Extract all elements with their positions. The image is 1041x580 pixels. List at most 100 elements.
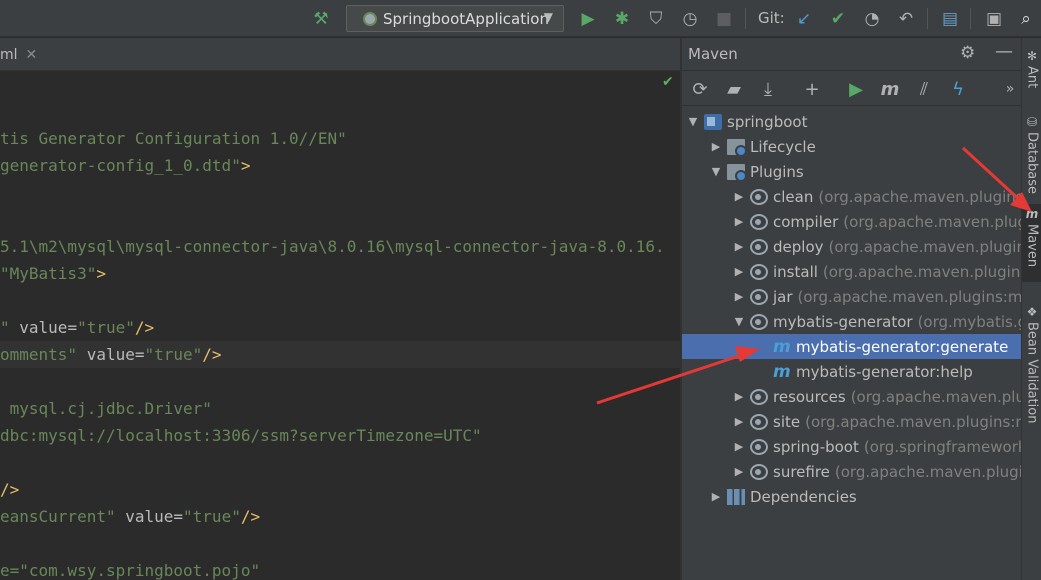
code-line[interactable]: generator-config_1_0.dtd"> (0, 152, 250, 179)
maven-tree-label: jar (773, 287, 793, 306)
maven-tree-label: site (773, 412, 801, 431)
gear-icon[interactable]: ⚙ (960, 43, 975, 63)
code-editor[interactable]: ml ✕ ✔ tis Generator Configuration 1.0//… (0, 38, 680, 580)
chevron-down-icon[interactable]: ▼ (732, 315, 746, 328)
profile-icon[interactable]: ◷ (678, 0, 702, 37)
chevron-right-icon[interactable]: ▶ (732, 465, 746, 478)
maven-tree-label: clean (773, 187, 814, 206)
debug-icon[interactable]: ✱ (610, 0, 634, 37)
code-line[interactable]: e="com.wsy.springboot.pojo" (0, 557, 260, 580)
search-icon[interactable]: ⌕ (1014, 0, 1038, 37)
chevron-right-icon[interactable]: ▶ (709, 490, 723, 503)
chevron-right-icon[interactable]: ▶ (732, 190, 746, 203)
code-line[interactable]: eansCurrent" value="true"/> (0, 503, 260, 530)
code-line[interactable]: mysql.cj.jdbc.Driver" (0, 395, 212, 422)
code-token: generator-config_1_0.dtd" (0, 156, 241, 175)
stop-icon[interactable]: ■ (712, 0, 736, 37)
maven-tree-detail: (org.apache.maven.plugins:mave (805, 412, 1021, 431)
chevron-right-icon[interactable]: ▶ (732, 265, 746, 278)
maven-tree-label: Dependencies (750, 487, 857, 506)
project-structure-icon[interactable]: ▤ (938, 0, 962, 37)
history-icon[interactable]: ◔ (860, 0, 884, 37)
maven-tree-item[interactable]: ▼ Plugins (682, 159, 1021, 184)
chevron-right-icon[interactable]: ▶ (732, 290, 746, 303)
plugin-icon (750, 463, 768, 480)
maven-tree-detail: (org.apache.maven.plugins:ma (822, 262, 1021, 281)
maven-tree-item[interactable]: ▶ install(org.apache.maven.plugins:ma (682, 259, 1021, 284)
git-label: Git: (758, 9, 785, 27)
code-line[interactable]: "MyBatis3"> (0, 260, 106, 287)
run-configuration-select[interactable]: SpringbootApplication ▼ (346, 5, 564, 32)
maven-tree-item[interactable]: ▶ jar(org.apache.maven.plugins:maver (682, 284, 1021, 309)
database-tab[interactable]: ⛁ Database (1022, 112, 1041, 194)
maven-tree-item[interactable]: ▶ deploy(org.apache.maven.plugins:m (682, 234, 1021, 259)
maven-goal-icon[interactable]: m (878, 77, 902, 101)
chevron-right-icon[interactable]: ▶ (732, 440, 746, 453)
maven-tree-item[interactable]: ▼ mybatis-generator(org.mybatis.gene (682, 309, 1021, 334)
maven-tree-item[interactable]: ▶ spring-boot(org.springframework.bo (682, 434, 1021, 459)
maven-tree-item[interactable]: ▶ Dependencies (682, 484, 1021, 509)
maven-tree-item[interactable]: ▶ compiler(org.apache.maven.plugins (682, 209, 1021, 234)
editor-tab[interactable]: ml ✕ (0, 38, 37, 71)
download-icon[interactable]: ⤓ (756, 77, 780, 101)
chevron-down-icon[interactable]: ▼ (686, 115, 700, 128)
code-line[interactable]: /> (0, 476, 19, 503)
run-icon[interactable]: ▶ (844, 77, 868, 101)
code-token: value= (9, 318, 78, 337)
maven-tree-item[interactable]: ▶ site(org.apache.maven.plugins:mave (682, 409, 1021, 434)
code-token: /> (0, 480, 20, 499)
chevron-right-icon[interactable]: ▶ (732, 390, 746, 403)
spring-boot-icon (363, 11, 377, 26)
toggle-offline-icon[interactable]: ⫽ (912, 77, 936, 101)
maven-tree-item[interactable]: ▼ springboot (682, 109, 1021, 134)
add-icon[interactable]: + (800, 77, 824, 101)
maven-tree-item[interactable]: ▶ Lifecycle (682, 134, 1021, 159)
code-line[interactable]: dbc:mysql://localhost:3306/ssm?serverTim… (0, 422, 482, 449)
plugin-icon (750, 238, 768, 255)
generate-sources-icon[interactable]: ▰ (722, 77, 746, 101)
reload-icon[interactable]: ⟳ (688, 77, 712, 101)
ant-tab[interactable]: ✻ Ant (1022, 46, 1041, 88)
hammer-icon[interactable]: ⚒ (308, 0, 334, 37)
main-toolbar: ⚒ SpringbootApplication ▼ ▶ ✱ ⛉ ◷ ■ Git:… (0, 0, 1041, 37)
maven-tree-label: mybatis-generator:generate (796, 337, 1009, 356)
bean-validation-tab[interactable]: ❖ Bean Validation (1022, 302, 1041, 423)
rollback-icon[interactable]: ↶ (894, 0, 918, 37)
maven-tree-label: install (773, 262, 818, 281)
git-commit-icon[interactable]: ✔ (826, 0, 850, 37)
chevron-down-icon[interactable]: ▼ (709, 165, 723, 178)
code-line[interactable]: " value="true"/> (0, 314, 154, 341)
terminal-icon[interactable]: ▣ (982, 0, 1006, 37)
coverage-icon[interactable]: ⛉ (644, 0, 668, 37)
more-icon[interactable]: » (998, 77, 1021, 101)
chevron-right-icon[interactable]: ▶ (732, 215, 746, 228)
plugin-icon (750, 313, 768, 330)
chevron-down-icon: ▼ (543, 10, 553, 24)
code-token: tis Generator Configuration 1.0//EN" (0, 129, 347, 148)
run-icon[interactable]: ▶ (576, 0, 600, 37)
code-line[interactable]: 5.1\m2\mysql\mysql-connector-java\8.0.16… (0, 233, 665, 260)
minimize-icon[interactable]: — (995, 41, 1013, 62)
maven-tree-item[interactable]: ▶ surefire(org.apache.maven.plugins:r (682, 459, 1021, 484)
toolbar-separator (927, 8, 928, 29)
maven-tree-item[interactable]: ▶ resources(org.apache.maven.plugins: (682, 384, 1021, 409)
folder-icon (727, 138, 747, 157)
maven-tree-item[interactable]: m mybatis-generator:generate (682, 334, 1021, 359)
maven-tree-item[interactable]: ▶ clean(org.apache.maven.plugins:ma (682, 184, 1021, 209)
code-token: /> (202, 345, 222, 364)
git-update-icon[interactable]: ↙ (792, 0, 816, 37)
skip-tests-icon[interactable]: ϟ (946, 77, 970, 101)
code-line[interactable]: omments" value="true"/> (0, 341, 222, 368)
code-token: 5.1\m2\mysql\mysql-connector-java\8.0.16… (0, 237, 665, 256)
code-line[interactable]: tis Generator Configuration 1.0//EN" (0, 125, 347, 152)
chevron-right-icon[interactable]: ▶ (709, 140, 723, 153)
code-token: dbc:mysql://localhost:3306/ssm?serverTim… (0, 426, 482, 445)
code-token: eansCurrent" (0, 507, 116, 526)
chevron-right-icon[interactable]: ▶ (732, 415, 746, 428)
chevron-right-icon[interactable]: ▶ (732, 240, 746, 253)
maven-tab[interactable]: m Maven (1022, 204, 1041, 282)
maven-tree-label: mybatis-generator (773, 312, 913, 331)
close-icon[interactable]: ✕ (26, 47, 38, 63)
maven-tree-detail: (org.mybatis.gene (917, 312, 1021, 331)
maven-tree-item[interactable]: m mybatis-generator:help (682, 359, 1021, 384)
